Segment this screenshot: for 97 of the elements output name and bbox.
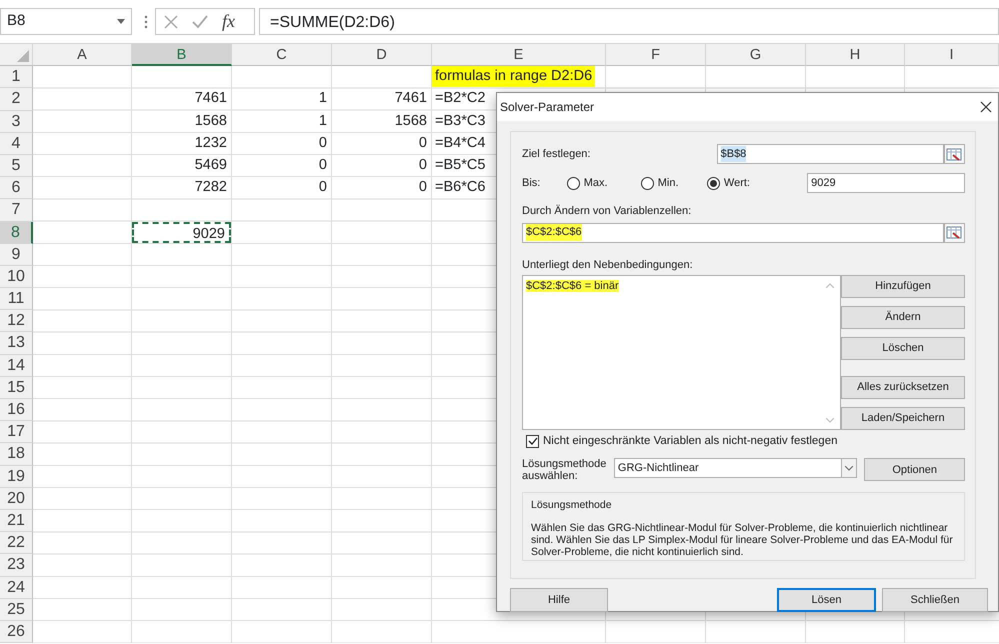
- table-cell-text: =B4*C4: [434, 134, 486, 153]
- formula-field[interactable]: =SUMME(D2:D6): [259, 8, 999, 35]
- dialog-button[interactable]: Lösen: [777, 588, 876, 612]
- dialog-title: Solver-Parameter: [500, 99, 594, 116]
- checkmark-icon[interactable]: [192, 14, 208, 28]
- row-header[interactable]: 13: [0, 332, 33, 355]
- column-header[interactable]: I: [905, 44, 999, 66]
- table-cell-text: 0: [318, 134, 328, 153]
- row-header[interactable]: 4: [0, 132, 33, 155]
- close-icon[interactable]: [980, 101, 992, 113]
- row-header[interactable]: 23: [0, 554, 33, 576]
- value-field[interactable]: 9029: [807, 173, 965, 193]
- row-header[interactable]: 20: [0, 488, 33, 510]
- row-header[interactable]: 11: [0, 288, 33, 310]
- options-button[interactable]: Optionen: [864, 458, 965, 482]
- table-cell-text: 1: [318, 89, 328, 108]
- row-header[interactable]: 19: [0, 466, 33, 488]
- row-header[interactable]: 7: [0, 199, 33, 222]
- column-header[interactable]: D: [332, 44, 432, 66]
- table-cell-text: 1232: [194, 134, 228, 153]
- table-cell: 9029: [132, 222, 231, 243]
- variable-cells-field[interactable]: $C$2:$C$6: [522, 222, 944, 242]
- constraints-list[interactable]: $C$2:$C$6 = binär: [522, 275, 841, 430]
- row-header[interactable]: 8: [0, 222, 33, 244]
- table-cell-text: 7461: [194, 89, 228, 108]
- table-cell-text: =B6*C6: [434, 178, 486, 198]
- table-cell-text: 1: [318, 112, 328, 131]
- constraint-item[interactable]: $C$2:$C$6 = binär: [526, 278, 837, 294]
- table-cell-text: 0: [418, 178, 428, 198]
- column-header[interactable]: E: [432, 44, 606, 66]
- row-header[interactable]: 9: [0, 244, 33, 266]
- dropdown-caret-icon[interactable]: [117, 19, 125, 24]
- table-cell-text: =B2*C2: [434, 89, 486, 108]
- range-select-icon[interactable]: [946, 146, 962, 162]
- row-header[interactable]: 16: [0, 399, 33, 422]
- column-header[interactable]: A: [33, 44, 132, 66]
- table-cell-text: 5469: [194, 156, 228, 175]
- name-box[interactable]: B8: [0, 8, 132, 35]
- column-header[interactable]: G: [706, 44, 806, 66]
- row-header[interactable]: 21: [0, 510, 33, 532]
- dialog-button[interactable]: Schließen: [882, 588, 988, 612]
- range-select-icon[interactable]: [946, 225, 962, 240]
- table-cell: formulas in range D2:D6: [432, 66, 596, 88]
- row-header[interactable]: 2: [0, 88, 33, 111]
- nonnegative-checkbox[interactable]: Nicht eingeschränkte Variablen als nicht-negativ festlegen: [526, 433, 965, 450]
- dropdown-caret-icon[interactable]: [845, 466, 854, 471]
- table-cell-text: 7461: [394, 89, 428, 108]
- dialog-button[interactable]: Hilfe: [510, 588, 608, 612]
- column-header[interactable]: B: [132, 44, 232, 66]
- cell-reference: B8: [7, 11, 26, 32]
- dialog-button[interactable]: Laden/Speichern: [841, 407, 965, 430]
- row-header[interactable]: 1: [0, 66, 33, 88]
- row-header[interactable]: 3: [0, 110, 33, 133]
- row-header[interactable]: 18: [0, 443, 33, 466]
- row-header[interactable]: 22: [0, 532, 33, 554]
- row-header[interactable]: 6: [0, 177, 33, 200]
- field-label: Durch Ändern von Variablenzellen:: [522, 204, 692, 219]
- field-label: Ziel festlegen:: [522, 146, 592, 162]
- table-cell-text: =B3*C3: [434, 112, 486, 131]
- column-header[interactable]: H: [806, 44, 905, 66]
- radio-option[interactable]: Max.: [566, 174, 641, 192]
- radio-option[interactable]: Wert:: [706, 174, 808, 192]
- field-label: Unterliegt den Nebenbedingungen:: [522, 258, 694, 272]
- row-header[interactable]: 12: [0, 310, 33, 332]
- radio-option[interactable]: Min.: [640, 174, 707, 192]
- table-cell-text: 0: [418, 134, 428, 153]
- dialog-button[interactable]: Ändern: [841, 306, 965, 329]
- objective-field[interactable]: $B$8: [716, 144, 944, 164]
- field-label: Bis:: [522, 176, 542, 191]
- method-dropdown[interactable]: GRG-Nichtlinear: [614, 458, 858, 478]
- more-options-icon[interactable]: [144, 15, 148, 29]
- dialog-button[interactable]: Hinzufügen: [841, 275, 965, 298]
- description-text: Wählen Sie das GRG-Nichtlinear-Modul für Solver-Probleme, die kontinuierlich nichtlinear sind. Wählen Sie das LP Simplex-Modul für lineare Solver-Probleme und das EA-Modul für Solver-Probleme, die nicht kontinuierlich sind.: [531, 522, 954, 558]
- row-header[interactable]: 14: [0, 354, 33, 377]
- row-header[interactable]: 17: [0, 421, 33, 444]
- row-header[interactable]: 26: [0, 620, 33, 644]
- field-label: Lösungsmethode auswählen:: [522, 458, 608, 482]
- table-cell-text: =B5*C5: [434, 156, 486, 175]
- row-header[interactable]: 24: [0, 576, 33, 599]
- table-cell-text: 0: [418, 156, 428, 175]
- table-cell-text: 7282: [194, 178, 228, 198]
- checkmark-icon: [528, 437, 538, 446]
- table-cell-text: 0: [318, 156, 328, 175]
- row-header[interactable]: 15: [0, 376, 33, 399]
- table-cell-text: 0: [318, 178, 328, 198]
- dialog-button[interactable]: Löschen: [841, 337, 965, 360]
- table-cell-text: 1568: [394, 112, 428, 131]
- table-cell-text: 1568: [194, 112, 228, 131]
- row-header[interactable]: 5: [0, 154, 33, 178]
- dialog-button[interactable]: Alles zurücksetzen: [841, 376, 965, 399]
- cancel-icon[interactable]: [164, 14, 178, 28]
- column-header[interactable]: F: [606, 44, 706, 66]
- row-header[interactable]: 25: [0, 598, 33, 621]
- insert-function-button[interactable]: fx: [222, 8, 235, 35]
- row-header[interactable]: 10: [0, 266, 33, 288]
- group-title: Lösungsmethode: [531, 498, 613, 514]
- column-header[interactable]: C: [232, 44, 332, 66]
